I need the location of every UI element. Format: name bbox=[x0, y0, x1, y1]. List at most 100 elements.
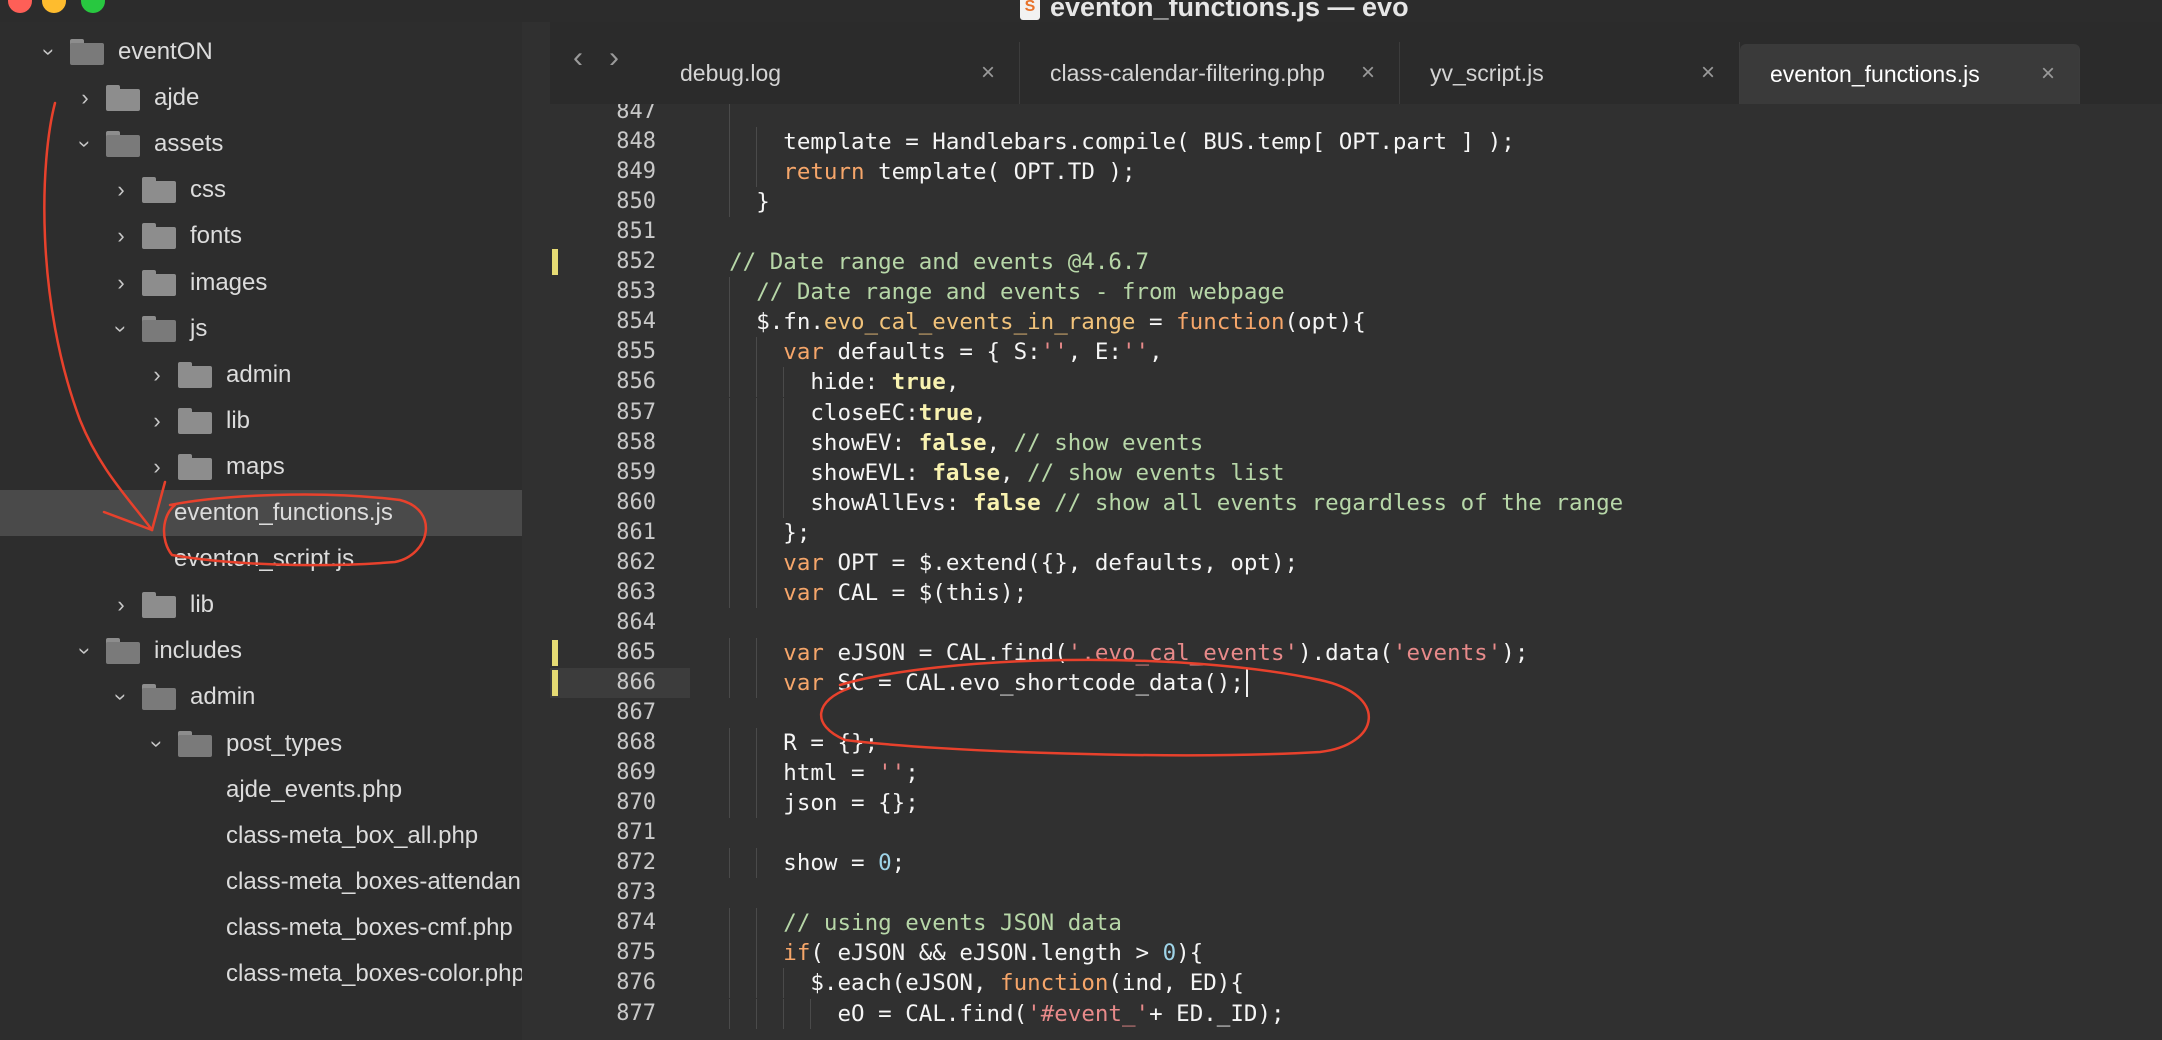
tree-file[interactable]: eventon_script.js bbox=[0, 536, 522, 582]
chevron-right-icon[interactable]: › bbox=[76, 85, 94, 110]
code-line[interactable]: var defaults = { S:'', E:'', bbox=[690, 337, 2162, 368]
tree-file[interactable]: eventon_functions.js bbox=[0, 490, 522, 536]
tree-folder[interactable]: › js bbox=[0, 306, 522, 352]
minimize-window-button[interactable] bbox=[42, 0, 66, 13]
code-line[interactable] bbox=[690, 818, 2162, 848]
sidebar-file-tree[interactable]: › eventON › ajde › assets › css › fonts › images › js… bbox=[0, 22, 522, 1040]
code-line[interactable]: showAllEvs: false // show all events reg… bbox=[690, 487, 2162, 518]
code-line[interactable]: showEVL: false, // show events list bbox=[690, 457, 2162, 488]
close-icon[interactable]: × bbox=[981, 59, 995, 87]
code-line[interactable] bbox=[690, 104, 2162, 127]
close-window-button[interactable] bbox=[8, 0, 32, 13]
tree-folder[interactable]: › includes bbox=[0, 628, 522, 674]
tab-4[interactable]: eventon_functions.js × bbox=[1740, 44, 2080, 104]
gutter-row: 869 bbox=[550, 758, 690, 788]
code-line[interactable]: }; bbox=[690, 517, 2162, 548]
code-token: SC = CAL.evo_shortcode_data(); bbox=[823, 669, 1244, 696]
code-line[interactable]: var OPT = $.extend({}, defaults, opt); bbox=[690, 547, 2162, 578]
code-token: defaults = { S: bbox=[823, 339, 1041, 366]
chevron-right-icon[interactable]: › bbox=[112, 223, 130, 248]
code-line[interactable]: eO = CAL.find('#event_'+ ED._ID); bbox=[690, 998, 2162, 1029]
code-editor[interactable]: 847 848 849 850 851 852 853 854 855 856 857 858 859 8… bbox=[550, 104, 2162, 1040]
tree-folder[interactable]: › eventON bbox=[0, 29, 522, 75]
code-line[interactable] bbox=[690, 878, 2162, 908]
close-icon[interactable]: × bbox=[2041, 60, 2055, 88]
line-number-gutter: 847 848 849 850 851 852 853 854 855 856 857 858 859 8… bbox=[550, 104, 690, 1040]
indent-guide bbox=[729, 277, 731, 308]
chevron-right-icon[interactable]: › bbox=[112, 270, 130, 295]
code-line[interactable]: showEV: false, // show events bbox=[690, 427, 2162, 458]
chevron-down-icon[interactable]: › bbox=[73, 642, 98, 660]
code-line[interactable]: hide: true, bbox=[690, 367, 2162, 398]
chevron-right-icon[interactable]: › bbox=[148, 408, 166, 433]
chevron-down-icon[interactable]: › bbox=[109, 320, 134, 338]
tree-file[interactable]: class-meta_boxes-attendan bbox=[0, 859, 522, 905]
tree-folder[interactable]: › css bbox=[0, 167, 522, 213]
code-line[interactable]: // using events JSON data bbox=[690, 908, 2162, 939]
code-line[interactable] bbox=[690, 608, 2162, 638]
close-icon[interactable]: × bbox=[1701, 59, 1715, 87]
code-line[interactable]: json = {}; bbox=[690, 788, 2162, 819]
code-line[interactable]: closeEC:true, bbox=[690, 397, 2162, 428]
tree-folder[interactable]: › maps bbox=[0, 444, 522, 490]
gutter-row: 859 bbox=[550, 458, 690, 488]
tree-file[interactable]: class-meta_boxes-color.php bbox=[0, 951, 522, 997]
tree-folder[interactable]: › assets bbox=[0, 121, 522, 167]
code-line[interactable]: $.fn.evo_cal_events_in_range = function(… bbox=[690, 307, 2162, 338]
code-line[interactable] bbox=[690, 217, 2162, 247]
code-line[interactable]: } bbox=[690, 187, 2162, 218]
gutter-row: 862 bbox=[550, 548, 690, 578]
tree-file[interactable]: class-meta_boxes-cmf.php bbox=[0, 905, 522, 951]
tree-folder[interactable]: › fonts bbox=[0, 213, 522, 259]
tab-1[interactable]: debug.log × bbox=[650, 42, 1020, 104]
indent-guide bbox=[756, 397, 758, 428]
code-line[interactable]: show = 0; bbox=[690, 848, 2162, 879]
tree-file[interactable]: ajde_events.php bbox=[0, 767, 522, 813]
code-line[interactable]: var eJSON = CAL.find('.evo_cal_events').… bbox=[690, 637, 2162, 668]
chevron-right-icon[interactable]: › bbox=[148, 454, 166, 479]
chevron-right-icon[interactable]: › bbox=[596, 40, 632, 76]
chevron-left-icon[interactable]: ‹ bbox=[560, 40, 596, 76]
code-area[interactable]: template = Handlebars.compile( BUS.temp[… bbox=[690, 104, 2162, 1040]
code-line[interactable]: var CAL = $(this); bbox=[690, 577, 2162, 608]
tree-folder[interactable]: › admin bbox=[0, 674, 522, 720]
chevron-right-icon[interactable]: › bbox=[148, 362, 166, 387]
code-line[interactable]: html = ''; bbox=[690, 758, 2162, 789]
tree-folder[interactable]: › admin bbox=[0, 352, 522, 398]
indent-guide bbox=[756, 157, 758, 188]
chevron-down-icon[interactable]: › bbox=[109, 688, 134, 706]
chevron-down-icon[interactable]: › bbox=[73, 135, 98, 153]
code-line[interactable]: $.each(eJSON, function(ind, ED){ bbox=[690, 968, 2162, 999]
folder-icon bbox=[142, 592, 176, 619]
code-line[interactable] bbox=[690, 698, 2162, 728]
tree-file[interactable]: class-meta_box_all.php bbox=[0, 813, 522, 859]
chevron-right-icon[interactable]: › bbox=[112, 177, 130, 202]
tree-item-label: ajde_events.php bbox=[226, 775, 403, 803]
code-line[interactable]: return template( OPT.TD ); bbox=[690, 157, 2162, 188]
chevron-down-icon[interactable]: › bbox=[145, 735, 170, 753]
code-line[interactable]: var SC = CAL.evo_shortcode_data(); bbox=[690, 667, 2162, 698]
chevron-right-icon[interactable]: › bbox=[112, 592, 130, 617]
tab-3[interactable]: yv_script.js × bbox=[1400, 42, 1740, 104]
tab-2[interactable]: class-calendar-filtering.php × bbox=[1020, 42, 1400, 104]
code-line[interactable]: // Date range and events - from webpage bbox=[690, 277, 2162, 308]
tree-folder[interactable]: › lib bbox=[0, 582, 522, 628]
tree-folder[interactable]: › lib bbox=[0, 398, 522, 444]
code-line[interactable]: R = {}; bbox=[690, 728, 2162, 759]
code-text: hide: true, bbox=[810, 367, 959, 397]
line-number: 869 bbox=[616, 760, 656, 786]
maximize-window-button[interactable] bbox=[81, 0, 105, 13]
line-number: 860 bbox=[616, 489, 656, 515]
close-icon[interactable]: × bbox=[1361, 59, 1375, 87]
line-number: 851 bbox=[616, 219, 656, 245]
code-text: html = ''; bbox=[783, 758, 918, 788]
tree-folder[interactable]: › ajde bbox=[0, 75, 522, 121]
chevron-down-icon[interactable]: › bbox=[37, 43, 62, 61]
indent-guide bbox=[810, 998, 812, 1029]
indent-guide bbox=[756, 938, 758, 969]
tree-folder[interactable]: › post_types bbox=[0, 721, 522, 767]
tree-folder[interactable]: › images bbox=[0, 260, 522, 306]
code-line[interactable]: if( eJSON && eJSON.length > 0){ bbox=[690, 938, 2162, 969]
code-line[interactable]: // Date range and events @4.6.7 bbox=[690, 247, 2162, 277]
code-line[interactable]: template = Handlebars.compile( BUS.temp[… bbox=[690, 127, 2162, 158]
